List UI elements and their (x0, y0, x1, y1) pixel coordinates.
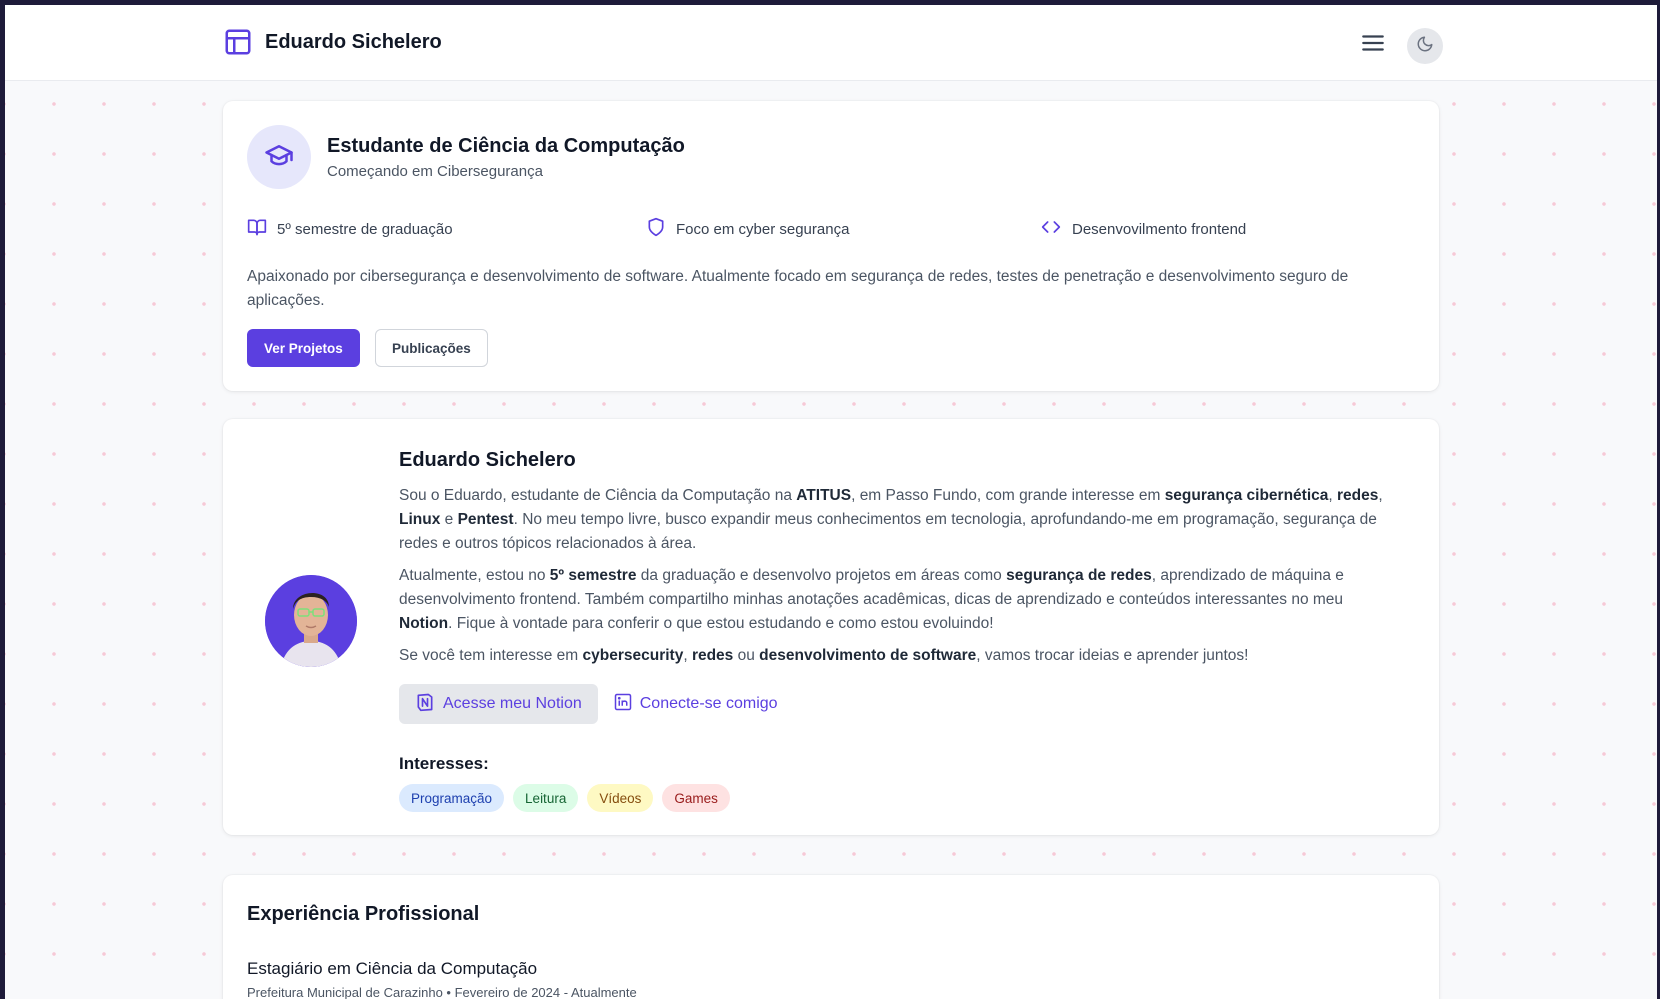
about-content: Eduardo Sichelero Sou o Eduardo, estudan… (399, 449, 1399, 812)
job-meta: Prefeitura Municipal de Carazinho • Feve… (247, 985, 637, 999)
feature-frontend: Desenvovilmento frontend (1040, 217, 1246, 241)
hamburger-menu-icon (1360, 30, 1386, 61)
hero-subtitle: Começando em Cibersegurança (327, 162, 543, 180)
about-actions: Acesse meu Notion Conecte-se comigo (399, 684, 1399, 724)
top-navbar: Eduardo Sichelero (5, 5, 1657, 81)
brand-name: Eduardo Sichelero (265, 30, 442, 53)
hero-description: Apaixonado por cibersegurança e desenvol… (247, 268, 1349, 309)
notion-icon (415, 692, 435, 717)
bold-text: segurança de redes (1006, 567, 1152, 584)
hero-header: Estudante de Ciência da Computação Começ… (247, 125, 685, 189)
notion-button-label: Acesse meu Notion (443, 695, 582, 712)
book-open-icon (247, 217, 267, 241)
feature-label: 5º semestre de graduação (277, 220, 453, 238)
bold-text: desenvolvimento de software (759, 647, 977, 664)
menu-button[interactable] (1357, 29, 1389, 61)
bold-text: segurança cibernética (1164, 487, 1329, 504)
about-name: Eduardo Sichelero (399, 449, 576, 471)
theme-toggle-button[interactable] (1407, 28, 1443, 64)
hero-card: Estudante de Ciência da Computação Começ… (223, 101, 1439, 391)
text: . Fique à vontade para conferir o que es… (448, 615, 994, 632)
hero-icon-circle (247, 125, 311, 189)
bold-text: redes (691, 647, 734, 664)
feature-cyber: Foco em cyber segurança (646, 217, 849, 241)
interest-tag: Vídeos (587, 784, 654, 812)
avatar (265, 575, 357, 667)
text: Atualmente, estou no (399, 567, 550, 584)
moon-icon (1416, 35, 1434, 58)
linkedin-link[interactable]: Conecte-se comigo (614, 693, 778, 716)
about-paragraph-3: Se você tem interesse em cybersecurity , … (399, 644, 1399, 668)
interests-tags: Programação Leitura Vídeos Games (399, 784, 1399, 812)
text: Se você tem interesse em (399, 647, 583, 664)
job-title: Estagiário em Ciência da Computação (247, 959, 538, 978)
bold-text: Notion (399, 615, 449, 632)
hero-title: Estudante de Ciência da Computação (327, 134, 685, 157)
text: ou (733, 647, 760, 664)
feature-label: Desenvovilmento frontend (1072, 220, 1247, 238)
bold-text: Pentest (457, 511, 514, 528)
text: . No meu tempo livre, busco expandir meu… (399, 511, 1377, 552)
page: Eduardo Sichelero Estudante de Ciência d… (5, 5, 1657, 999)
text: , (1328, 487, 1338, 504)
view-projects-button[interactable]: Ver Projetos (247, 329, 360, 367)
text: da graduação e desenvolvo projetos em ár… (636, 567, 1007, 584)
publications-button[interactable]: Publicações (375, 329, 488, 367)
experience-title: Experiência Profissional (247, 903, 480, 925)
experience-card: Experiência Profissional Estagiário em C… (223, 875, 1439, 999)
graduation-cap-icon (264, 140, 294, 175)
interests-title: Interesses: (399, 754, 489, 773)
bold-text: 5º semestre (549, 567, 637, 584)
bold-text: ATITUS (796, 487, 852, 504)
interest-tag: Leitura (513, 784, 579, 812)
text: , em Passo Fundo, com grande interesse e… (851, 487, 1165, 504)
about-paragraph-1: Sou o Eduardo, estudante de Ciência da C… (399, 484, 1399, 556)
bold-text: cybersecurity (582, 647, 684, 664)
linkedin-link-label: Conecte-se comigo (639, 695, 778, 712)
text: , vamos trocar ideias e aprender juntos! (976, 647, 1249, 664)
bold-text: Linux (399, 511, 441, 528)
bold-text: redes (1337, 487, 1379, 504)
text: , (1378, 487, 1383, 504)
text: Sou o Eduardo, estudante de Ciência da C… (399, 487, 797, 504)
feature-semester: 5º semestre de graduação (247, 217, 453, 241)
notion-button[interactable]: Acesse meu Notion (399, 684, 598, 724)
text: e (440, 511, 458, 528)
linkedin-icon (614, 693, 632, 716)
interest-tag: Games (662, 784, 730, 812)
about-card: Eduardo Sichelero Sou o Eduardo, estudan… (223, 419, 1439, 835)
about-paragraph-2: Atualmente, estou no 5º semestre da grad… (399, 564, 1399, 636)
text: , (683, 647, 692, 664)
brand[interactable]: Eduardo Sichelero (223, 27, 442, 57)
code-icon (1040, 217, 1062, 241)
layout-icon (223, 27, 253, 57)
feature-label: Foco em cyber segurança (676, 220, 850, 238)
shield-icon (646, 217, 666, 241)
interest-tag: Programação (399, 784, 505, 812)
